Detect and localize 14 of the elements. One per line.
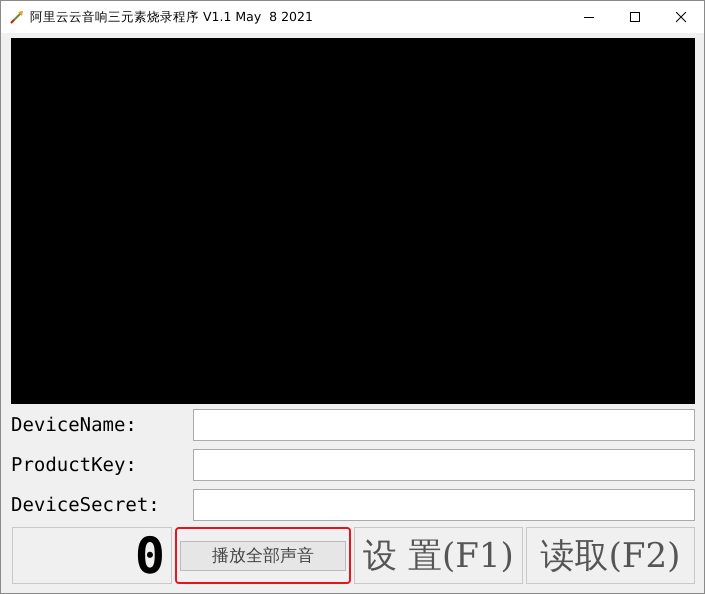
input-field[interactable] xyxy=(193,489,695,521)
field-label: DeviceSecret: xyxy=(11,494,161,516)
input-field[interactable] xyxy=(193,409,695,441)
field-label: ProductKey: xyxy=(11,454,138,476)
action-button[interactable]: 设 置(F1) xyxy=(354,527,523,584)
app-icon xyxy=(10,10,24,24)
input-field[interactable] xyxy=(193,449,695,481)
maximize-icon xyxy=(630,12,640,22)
close-icon xyxy=(676,12,686,22)
window-title: 阿里云云音响三元素烧录程序 V1.1 May 8 2021 xyxy=(30,8,314,26)
play-all-button[interactable]: 播放全部声音 xyxy=(180,540,346,570)
action-button[interactable]: 读取(F2) xyxy=(526,527,695,584)
field-label: DeviceName: xyxy=(11,414,138,436)
digit-display: 0 xyxy=(12,527,172,584)
